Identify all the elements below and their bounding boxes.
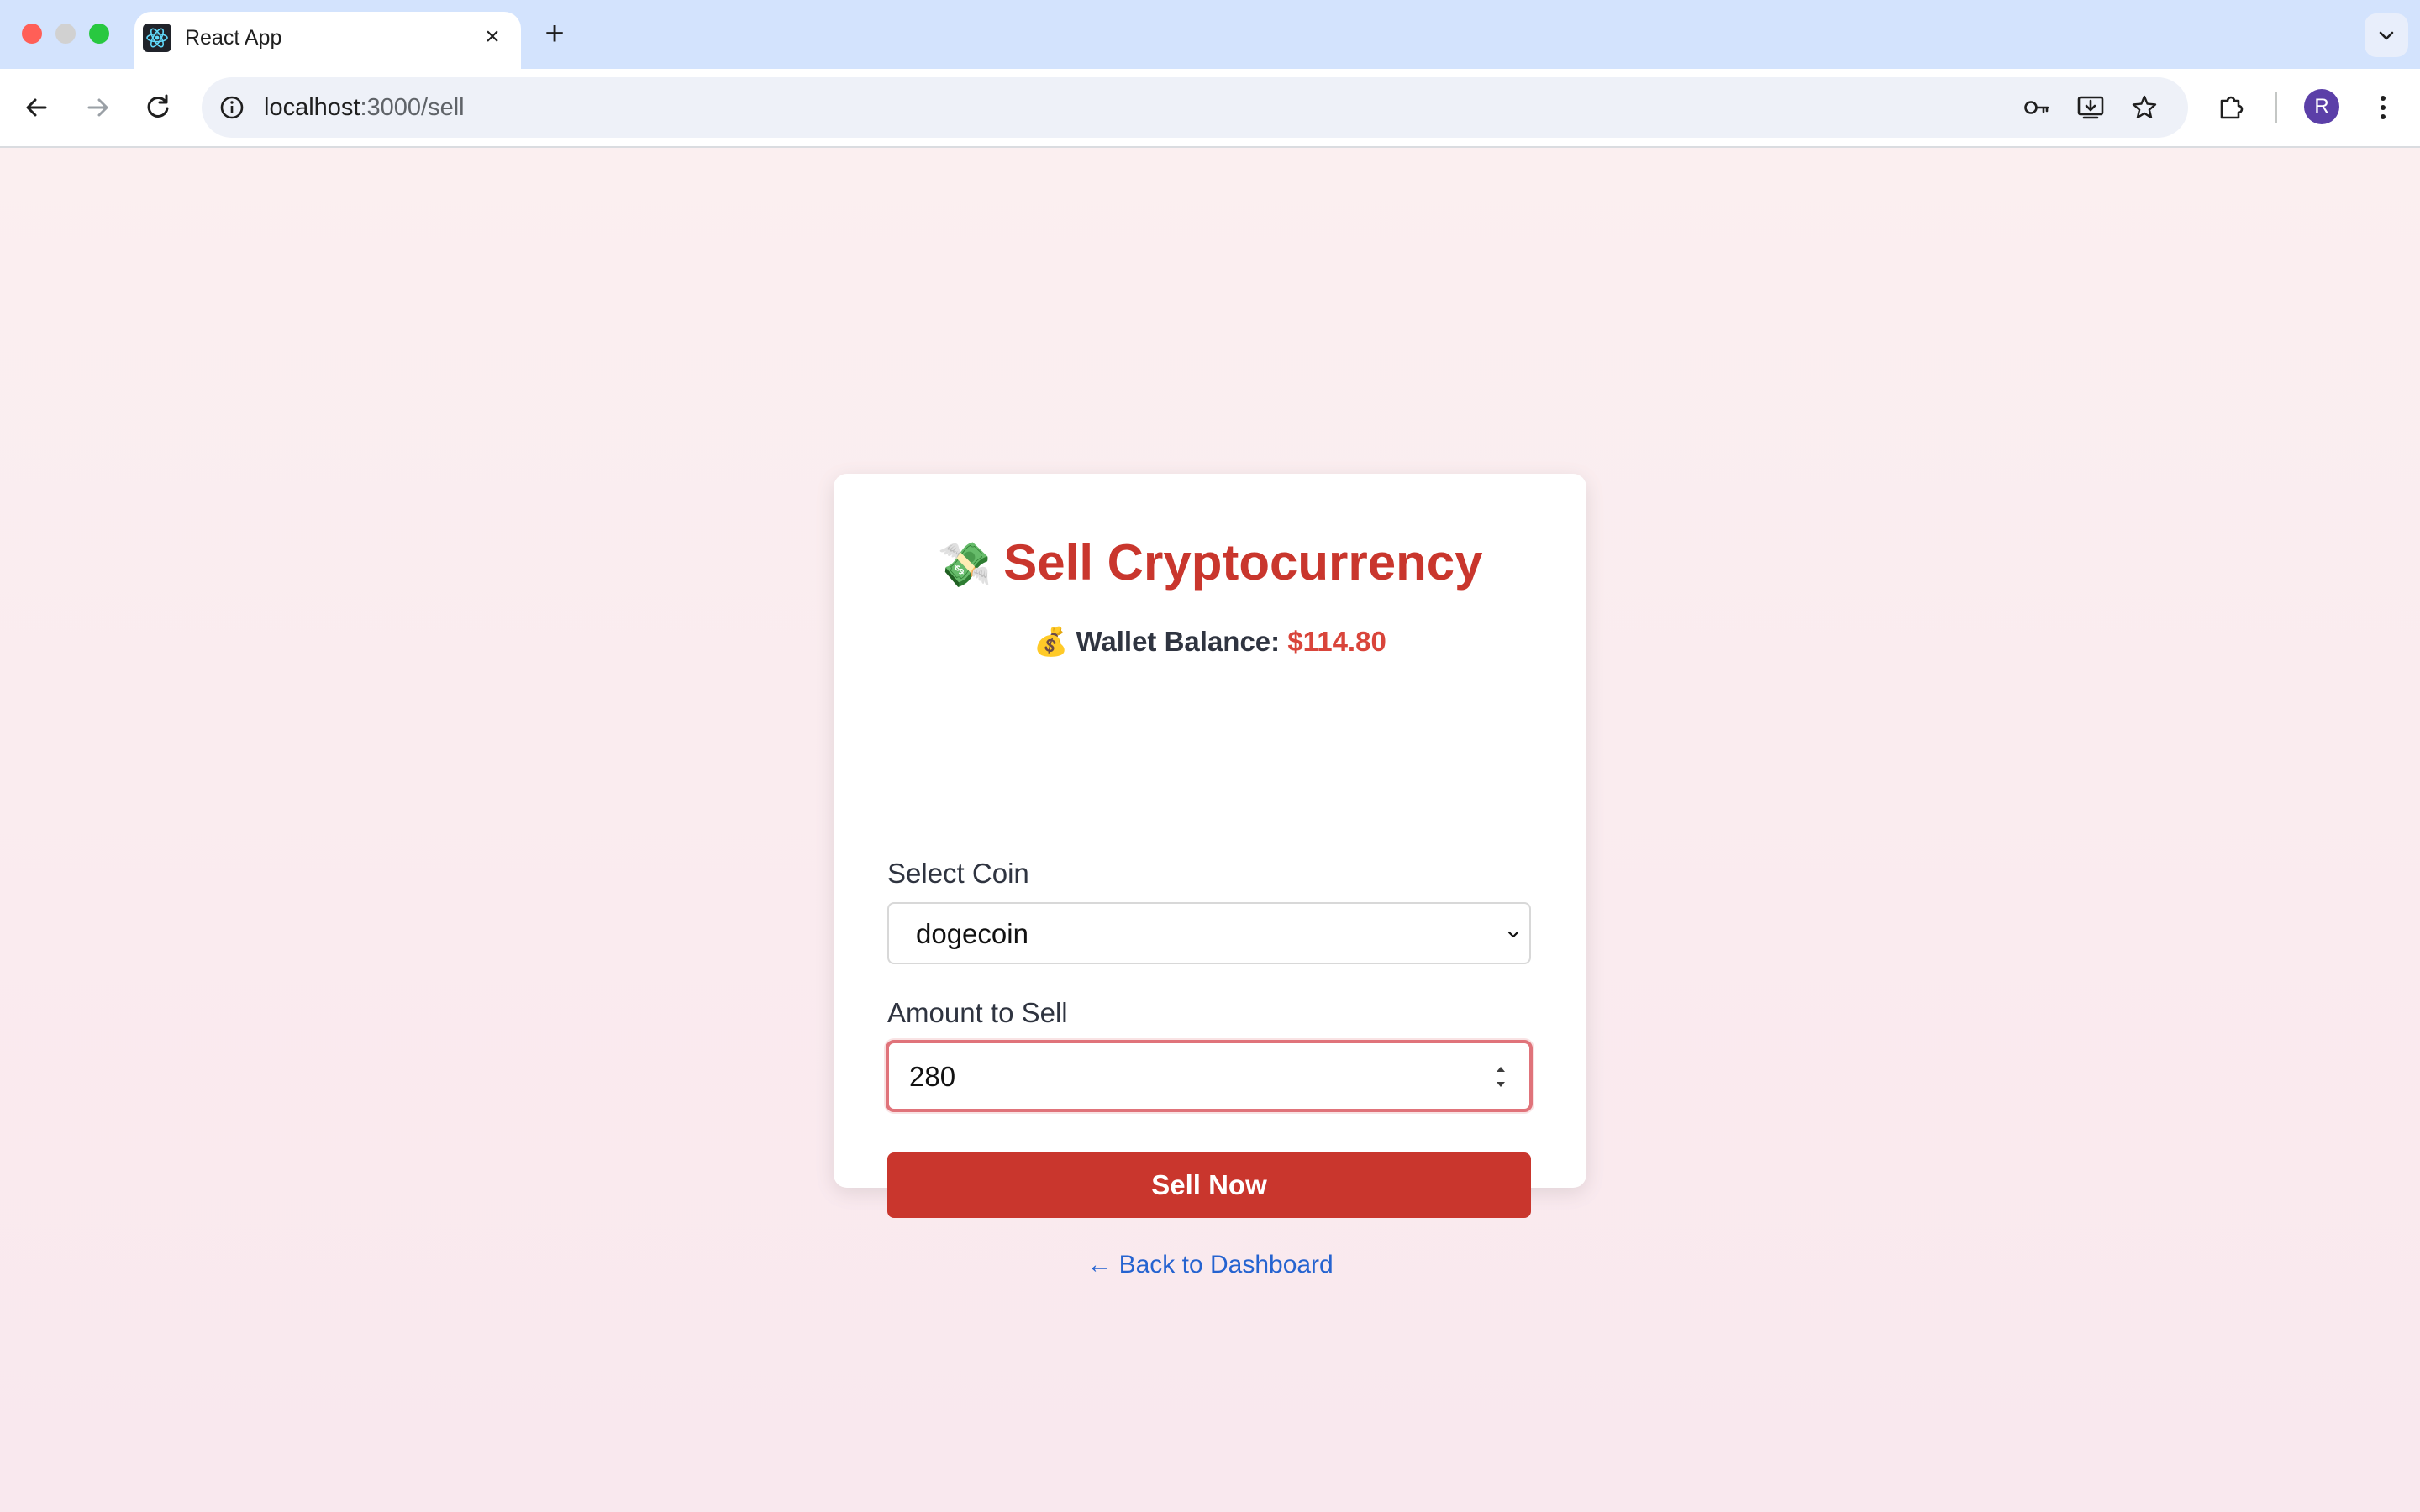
url-host: localhost — [264, 94, 360, 121]
close-window-button[interactable] — [22, 24, 42, 44]
page-title: 💸 Sell Cryptocurrency — [834, 533, 1586, 596]
address-bar[interactable]: localhost:3000/sell — [202, 77, 2188, 138]
chevron-down-icon — [1507, 931, 1519, 938]
balance-label: Wallet Balance: — [1076, 626, 1281, 657]
site-info-icon[interactable] — [213, 89, 250, 126]
money-with-wings-icon: 💸 — [937, 541, 992, 590]
amount-input-value: 280 — [909, 1061, 956, 1092]
sell-card: 💸 Sell Cryptocurrency 💰 Wallet Balance: $… — [834, 474, 1586, 1278]
more-menu-icon[interactable] — [2363, 87, 2403, 128]
browser-tab[interactable]: React App × — [134, 12, 521, 69]
maximize-window-button[interactable] — [89, 24, 109, 44]
new-tab-button[interactable]: + — [538, 15, 571, 52]
coin-label: Select Coin — [887, 858, 1029, 889]
minimize-window-button[interactable] — [55, 24, 76, 44]
wallet-balance: 💰 Wallet Balance: $114.80 — [834, 623, 1586, 660]
amount-label: Amount to Sell — [887, 997, 1068, 1028]
coin-select[interactable]: dogecoin — [887, 902, 1531, 964]
profile-avatar[interactable]: R — [2304, 89, 2339, 124]
toolbar-separator — [2275, 92, 2277, 123]
back-to-dashboard-link[interactable]: ← Back to Dashboard — [834, 1248, 1586, 1282]
back-arrow-icon[interactable] — [17, 87, 57, 128]
chevron-down-icon — [2379, 31, 2394, 40]
amount-input[interactable]: 280 — [886, 1040, 1533, 1112]
tab-close-icon[interactable]: × — [477, 22, 508, 52]
title-text: Sell Cryptocurrency — [1003, 534, 1483, 591]
coin-select-value: dogecoin — [916, 918, 1028, 949]
money-bag-icon: 💰 — [1034, 626, 1069, 657]
reload-icon[interactable] — [138, 87, 178, 128]
bookmark-star-icon[interactable] — [2126, 89, 2163, 126]
install-app-icon[interactable] — [2072, 89, 2109, 126]
password-key-icon[interactable] — [2018, 89, 2055, 126]
sell-now-button[interactable]: Sell Now — [887, 1152, 1531, 1218]
tab-title: React App — [185, 26, 282, 50]
forward-arrow-icon[interactable] — [77, 87, 118, 128]
extensions-puzzle-icon[interactable] — [2212, 87, 2252, 128]
url-path: :3000/sell — [360, 94, 465, 121]
page-content: 💸 Sell Cryptocurrency 💰 Wallet Balance: $… — [0, 148, 2420, 1512]
react-logo-icon — [143, 24, 171, 52]
browser-tab-bar: React App × + — [0, 0, 2420, 69]
tab-search-button[interactable] — [2365, 13, 2408, 57]
number-spinner-icon[interactable] — [1491, 1058, 1511, 1095]
browser-toolbar: localhost:3000/sell — [0, 69, 2420, 148]
balance-amount: $114.80 — [1287, 626, 1386, 657]
url-text[interactable]: localhost:3000/sell — [264, 91, 465, 124]
